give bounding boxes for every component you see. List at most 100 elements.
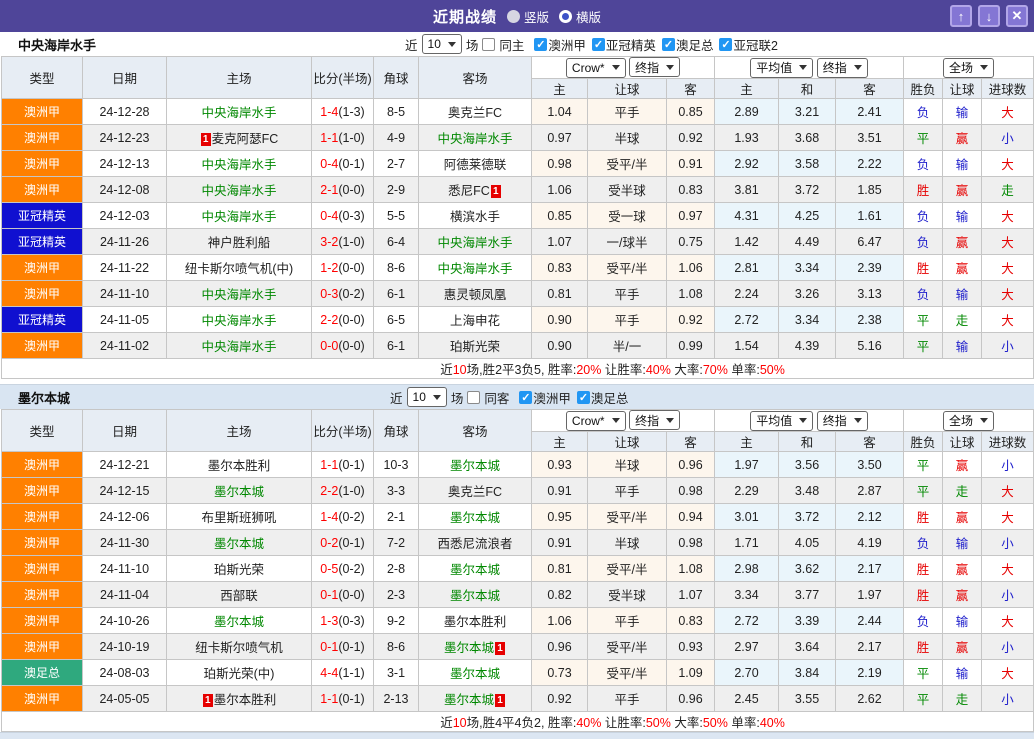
league-filter[interactable]: ✓ 澳洲甲 — [534, 35, 586, 54]
odds-cell: 2.98 — [714, 555, 779, 582]
odds-cell: 4.19 — [834, 529, 905, 556]
scope-select[interactable]: 全场 — [943, 410, 995, 431]
match-date: 24-12-28 — [82, 98, 167, 125]
odds-time-select[interactable]: 终指 — [629, 410, 681, 431]
home-team-name[interactable]: 中央海岸水手 — [201, 340, 276, 354]
home-team-name[interactable]: 麦克阿瑟FC — [212, 132, 279, 146]
odds-cell: 3.01 — [714, 503, 779, 530]
home-team-name[interactable]: 纽卡斯尔喷气机(中) — [185, 262, 293, 276]
move-up-button[interactable]: ↑ — [950, 5, 972, 27]
col-let-home: 主 — [531, 78, 588, 99]
home-team-cell: 中央海岸水手 — [166, 98, 312, 125]
same-venue-checkbox[interactable] — [482, 37, 496, 51]
away-team-name[interactable]: 墨尔本城 — [444, 641, 494, 655]
match-date: 24-12-08 — [82, 176, 167, 203]
odds-cell: 平手 — [587, 685, 667, 712]
away-team-name[interactable]: 奥克兰FC — [448, 485, 502, 499]
home-team-name[interactable]: 墨尔本城 — [214, 485, 264, 499]
result-text: 平 — [916, 485, 930, 499]
checkbox-checked-icon[interactable]: ✓ — [591, 37, 605, 51]
score-cell: 1-1(0-1) — [311, 685, 374, 712]
home-team-name[interactable]: 珀斯光荣(中) — [204, 667, 275, 681]
result-cell: 输 — [942, 529, 983, 556]
away-team-name[interactable]: 墨尔本城 — [450, 667, 500, 681]
away-team-name[interactable]: 中央海岸水手 — [437, 132, 512, 146]
games-count-select[interactable]: 10 — [421, 34, 462, 54]
away-team-name[interactable]: 西悉尼流浪者 — [437, 537, 512, 551]
close-button[interactable]: ✕ — [1006, 5, 1028, 27]
checkbox-checked-icon[interactable]: ✓ — [661, 37, 675, 51]
home-team-name[interactable]: 神户胜利船 — [208, 236, 271, 250]
home-team-name[interactable]: 布里斯班狮吼 — [201, 511, 276, 525]
handicap-odds-group: Crow* 终指 — [531, 409, 715, 432]
home-team-name[interactable]: 墨尔本胜利 — [214, 693, 277, 707]
home-team-name[interactable]: 墨尔本城 — [214, 615, 264, 629]
odds-time-select[interactable]: 终指 — [629, 57, 681, 78]
away-team-name[interactable]: 墨尔本胜利 — [444, 615, 507, 629]
league-filter[interactable]: ✓ 亚冠联2 — [719, 35, 778, 54]
home-team-name[interactable]: 中央海岸水手 — [201, 184, 276, 198]
summary-row: 近10场,胜4平4负2, 胜率:40% 让胜率:50% 大率:50% 单率:40… — [0, 711, 1034, 732]
away-team-name[interactable]: 墨尔本城 — [450, 511, 500, 525]
away-team-name[interactable]: 悉尼FC — [448, 184, 490, 198]
odds-cell: 1.85 — [834, 176, 905, 203]
odds-cell: 受平/半 — [587, 659, 667, 686]
layout-radio-vertical[interactable]: 竖版 — [506, 7, 549, 26]
home-team-name[interactable]: 中央海岸水手 — [201, 106, 276, 120]
odds-cell: 2.87 — [834, 477, 905, 504]
checkbox-checked-icon[interactable]: ✓ — [534, 37, 548, 51]
odds-cell: 受半球 — [587, 176, 667, 203]
away-team-name[interactable]: 上海申花 — [450, 314, 500, 328]
away-team-name[interactable]: 墨尔本城 — [450, 459, 500, 473]
same-venue-checkbox[interactable] — [467, 390, 481, 404]
away-team-name[interactable]: 墨尔本城 — [450, 589, 500, 603]
checkbox-checked-icon[interactable]: ✓ — [519, 390, 533, 404]
bookmaker-select[interactable]: Crow* — [565, 57, 626, 78]
games-count-select[interactable]: 10 — [406, 387, 447, 407]
away-team-name[interactable]: 珀斯光荣 — [450, 340, 500, 354]
home-team-name[interactable]: 西部联 — [220, 589, 258, 603]
radio-selected-icon[interactable] — [559, 9, 572, 23]
away-team-name[interactable]: 中央海岸水手 — [437, 236, 512, 250]
avg-time-select[interactable]: 终指 — [816, 57, 868, 78]
home-team-name[interactable]: 墨尔本城 — [214, 537, 264, 551]
away-team-name[interactable]: 墨尔本城 — [444, 693, 494, 707]
league-filter[interactable]: ✓ 澳足总 — [661, 35, 713, 54]
away-team-cell: 西悉尼流浪者 — [418, 529, 532, 556]
bookmaker-select[interactable]: Crow* — [565, 410, 626, 431]
away-team-name[interactable]: 阿德莱德联 — [444, 158, 507, 172]
average-select[interactable]: 平均值 — [750, 57, 814, 78]
home-team-name[interactable]: 中央海岸水手 — [201, 288, 276, 302]
home-team-name[interactable]: 纽卡斯尔喷气机 — [195, 641, 283, 655]
result-cell: 负 — [903, 228, 944, 255]
radio-unselected-icon[interactable] — [506, 9, 520, 23]
result-scope-group: 全场 — [903, 56, 1034, 79]
same-venue-label: 同主 — [499, 38, 525, 53]
layout-radio-horizontal[interactable]: 横版 — [559, 7, 601, 26]
col-handicap-result: 让球 — [942, 78, 983, 99]
summary-text: 大率: — [670, 716, 703, 730]
league-filter[interactable]: ✓ 亚冠精英 — [591, 35, 656, 54]
home-team-name[interactable]: 中央海岸水手 — [201, 210, 276, 224]
summary-text: 近 — [440, 363, 453, 377]
away-team-name[interactable]: 奥克兰FC — [448, 106, 502, 120]
away-team-name[interactable]: 横滨水手 — [450, 210, 500, 224]
scope-select[interactable]: 全场 — [943, 57, 995, 78]
away-team-name[interactable]: 惠灵顿凤凰 — [444, 288, 507, 302]
league-filter[interactable]: ✓ 澳足总 — [576, 388, 628, 407]
home-team-name[interactable]: 珀斯光荣 — [214, 563, 264, 577]
league-filter[interactable]: ✓ 澳洲甲 — [519, 388, 571, 407]
home-team-name[interactable]: 中央海岸水手 — [201, 314, 276, 328]
away-team-name[interactable]: 墨尔本城 — [450, 563, 500, 577]
checkbox-checked-icon[interactable]: ✓ — [576, 390, 590, 404]
match-date: 24-05-05 — [82, 685, 167, 712]
avg-time-select[interactable]: 终指 — [816, 410, 868, 431]
away-team-name[interactable]: 中央海岸水手 — [437, 262, 512, 276]
move-down-button[interactable]: ↓ — [978, 5, 1000, 27]
score-cell: 1-1(1-0) — [311, 124, 374, 151]
home-team-name[interactable]: 墨尔本胜利 — [208, 459, 271, 473]
home-team-name[interactable]: 中央海岸水手 — [201, 158, 276, 172]
odds-cell: 3.58 — [778, 150, 836, 177]
checkbox-checked-icon[interactable]: ✓ — [719, 37, 733, 51]
average-select[interactable]: 平均值 — [750, 410, 814, 431]
